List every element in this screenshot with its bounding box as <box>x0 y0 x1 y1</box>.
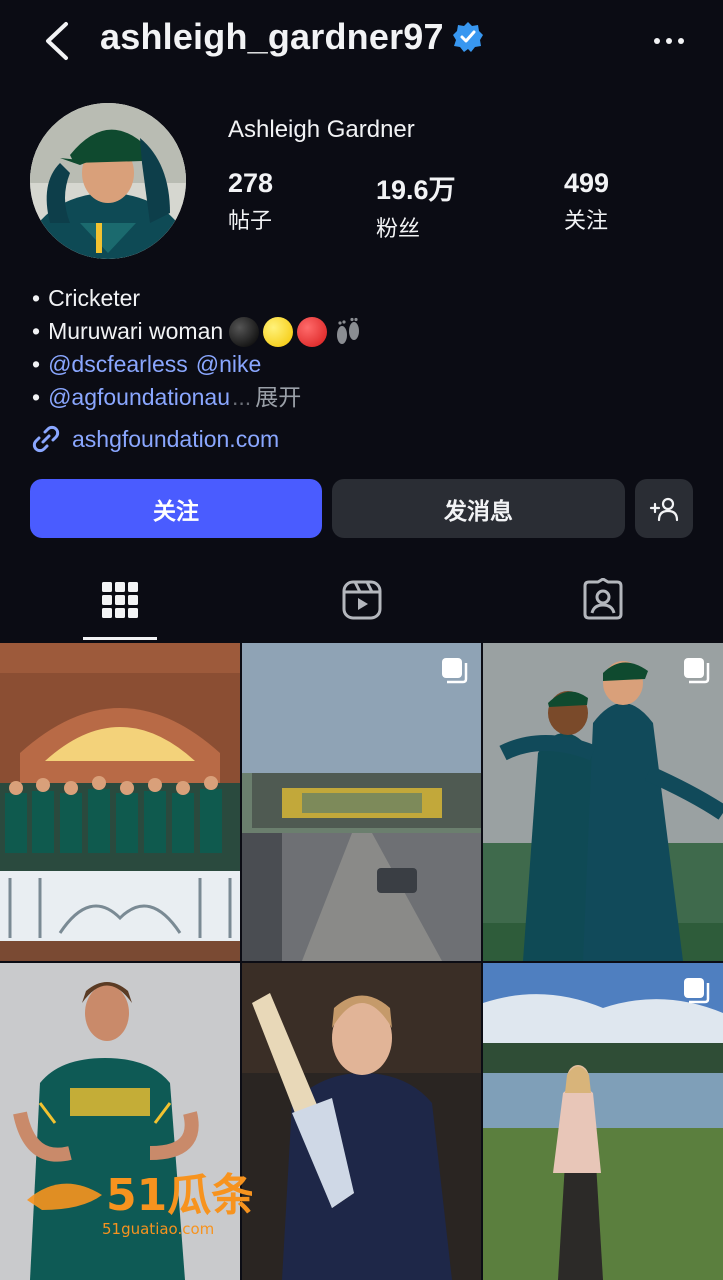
post-thumbnail[interactable] <box>242 963 481 1280</box>
more-options-icon[interactable] <box>649 26 689 56</box>
profile-tabs <box>0 560 723 642</box>
message-button[interactable]: 发消息 <box>332 479 625 538</box>
multi-post-icon <box>442 658 468 684</box>
follow-button[interactable]: 关注 <box>30 479 322 538</box>
message-button-label: 发消息 <box>444 497 513 524</box>
red-circle-icon <box>297 316 328 347</box>
mention-link[interactable]: @nike <box>196 348 262 381</box>
add-person-icon <box>649 497 679 521</box>
bio-bullet: • <box>32 285 41 311</box>
profile-bio: • Cricketer • Muruwari woman • @dscfearl… <box>32 282 365 414</box>
mention-link[interactable]: @dscfearless <box>48 348 188 381</box>
mention-link[interactable]: @agfoundationau <box>48 381 230 414</box>
yellow-circle-icon <box>263 316 294 347</box>
profile-username: ashleigh_gardner97 <box>100 16 484 58</box>
back-arrow-icon[interactable] <box>38 18 78 64</box>
post-thumbnail[interactable] <box>242 643 481 961</box>
profile-header: ashleigh_gardner97 <box>0 0 723 84</box>
post-thumbnail[interactable] <box>0 643 240 961</box>
bio-line: • Muruwari woman <box>32 315 365 348</box>
footprints-icon <box>337 317 360 344</box>
black-circle-icon <box>229 316 260 347</box>
stat-posts[interactable]: 278 帖子 <box>228 168 273 235</box>
bio-ellipsis: ... <box>232 384 252 410</box>
reels-icon[interactable] <box>340 578 384 622</box>
profile-website-link[interactable]: ashgfoundation.com <box>30 423 279 455</box>
grid-icon[interactable] <box>98 578 142 622</box>
stat-posts-value: 278 <box>228 168 274 198</box>
post-thumbnail[interactable] <box>483 643 723 961</box>
bio-bullet: • <box>32 318 41 344</box>
bio-expand-button[interactable]: 展开 <box>255 381 301 414</box>
display-name: Ashleigh Gardner <box>228 116 415 143</box>
tagged-icon[interactable] <box>581 578 625 622</box>
profile-avatar[interactable] <box>30 103 186 259</box>
username-text: ashleigh_gardner97 <box>100 16 444 57</box>
stat-followers-value: 19.6万 <box>376 175 456 205</box>
bio-line: • @agfoundationau ... 展开 <box>32 381 365 414</box>
bio-line: • @dscfearless @nike <box>32 348 365 381</box>
multi-post-icon <box>684 978 710 1004</box>
bio-bullet: • <box>32 351 41 377</box>
profile-stats: 278 帖子 19.6万 粉丝 499 关注 <box>228 168 688 241</box>
watermark-brand: 51瓜条 <box>106 1170 252 1221</box>
stat-following-value: 499 <box>564 168 610 198</box>
watermark-logo: 51瓜条 51guatiao.com <box>27 1170 252 1238</box>
bio-bullet: • <box>32 384 41 410</box>
bio-text: Cricketer <box>48 285 141 311</box>
stat-following[interactable]: 499 关注 <box>564 168 609 235</box>
link-icon <box>32 425 60 453</box>
active-tab-indicator <box>83 637 157 640</box>
bio-line: • Cricketer <box>32 282 365 315</box>
stat-following-label: 关注 <box>564 208 609 233</box>
multi-post-icon <box>684 658 710 684</box>
bio-text: Muruwari woman <box>48 318 224 344</box>
stat-posts-label: 帖子 <box>228 208 273 233</box>
verified-badge-icon <box>452 22 483 52</box>
suggest-people-button[interactable] <box>635 479 693 538</box>
follow-button-label: 关注 <box>153 497 199 524</box>
stat-followers-label: 粉丝 <box>376 216 421 241</box>
watermark-url: 51guatiao.com <box>102 1220 214 1238</box>
website-url: ashgfoundation.com <box>72 425 280 452</box>
stat-followers[interactable]: 19.6万 粉丝 <box>376 168 456 243</box>
post-thumbnail[interactable] <box>483 963 723 1280</box>
